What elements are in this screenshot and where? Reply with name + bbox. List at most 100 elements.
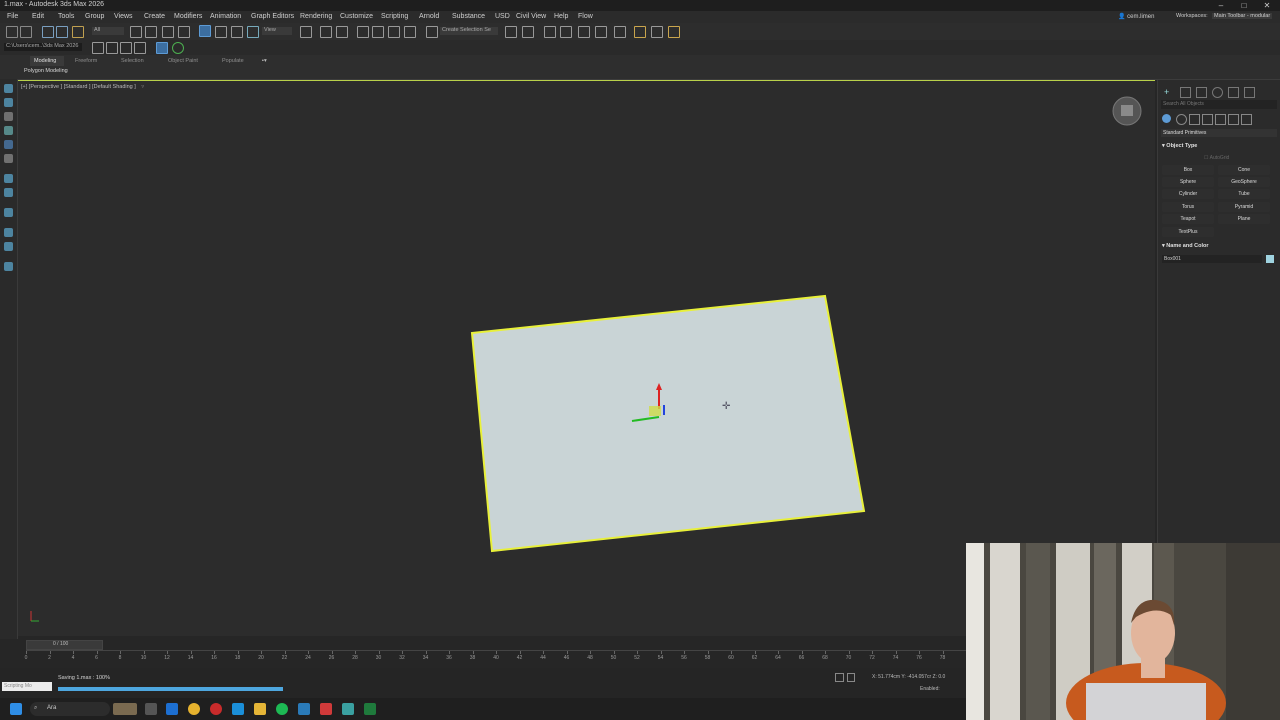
placement-icon[interactable] xyxy=(247,26,259,38)
menu-flow[interactable]: Flow xyxy=(578,13,593,20)
pyramid-button[interactable]: Pyramid xyxy=(1218,202,1270,212)
recent-project-icon[interactable] xyxy=(134,42,146,54)
plane-button[interactable]: Plane xyxy=(1218,214,1270,224)
redo-icon[interactable] xyxy=(20,26,32,38)
lights-category-icon[interactable] xyxy=(1189,114,1200,125)
menu-edit[interactable]: Edit xyxy=(32,13,44,20)
keyboard-shortcut-icon[interactable] xyxy=(336,26,348,38)
hierarchy-tab-icon[interactable] xyxy=(1196,87,1207,98)
ribbon-subpanel-label[interactable]: Polygon Modeling xyxy=(24,68,68,74)
spotify-icon[interactable] xyxy=(276,703,288,715)
cylinder-button[interactable]: Cylinder xyxy=(1162,189,1214,199)
viewcube-box[interactable] xyxy=(1121,105,1133,116)
reference-coord-dropdown[interactable]: View xyxy=(262,27,292,35)
spacewarps-category-icon[interactable] xyxy=(1228,114,1239,125)
snaps-toggle-icon[interactable] xyxy=(357,26,369,38)
menu-civil-view[interactable]: Civil View xyxy=(516,13,546,20)
menu-tools[interactable]: Tools xyxy=(58,13,74,20)
align-icon[interactable] xyxy=(522,26,534,38)
render-setup-icon[interactable] xyxy=(634,26,646,38)
object-name-input[interactable]: Box001 xyxy=(1162,255,1262,263)
select-by-name-icon[interactable] xyxy=(145,26,157,38)
menu-scripting[interactable]: Scripting xyxy=(381,13,408,20)
tab-selection[interactable]: Selection xyxy=(121,58,144,64)
curve-editor-icon[interactable] xyxy=(578,26,590,38)
new-project-icon[interactable] xyxy=(106,42,118,54)
select-move-icon[interactable] xyxy=(199,25,211,37)
cone-button[interactable]: Cone xyxy=(1218,165,1270,175)
named-selection-dropdown[interactable]: Create Selection Se xyxy=(440,27,498,35)
rendered-frame-window-icon[interactable] xyxy=(651,26,663,38)
menu-rendering[interactable]: Rendering xyxy=(300,13,332,20)
modify-icon[interactable] xyxy=(4,98,13,107)
funnel-icon[interactable]: ▿ xyxy=(141,84,144,90)
viewport-label-text[interactable]: [+] [Perspective ] [Standard ] [Default … xyxy=(21,84,136,90)
widgets-icon[interactable] xyxy=(113,703,137,715)
name-color-rollout[interactable]: ▾ Name and Color xyxy=(1162,243,1208,249)
tab-modeling[interactable]: Modeling xyxy=(34,58,56,64)
material-editor-icon[interactable] xyxy=(614,26,626,38)
close-button[interactable]: ✕ xyxy=(1256,0,1278,11)
open-project-icon[interactable] xyxy=(120,42,132,54)
object-type-rollout[interactable]: ▾ Object Type xyxy=(1162,143,1197,149)
3dsmax-icon[interactable] xyxy=(342,703,354,715)
menu-usd[interactable]: USD xyxy=(495,13,510,20)
menu-group[interactable]: Group xyxy=(85,13,104,20)
spacewarps-icon[interactable] xyxy=(4,262,13,271)
menu-create[interactable]: Create xyxy=(144,13,165,20)
render-production-icon[interactable] xyxy=(668,26,680,38)
shapes-icon[interactable] xyxy=(4,228,13,237)
pivot-center-icon[interactable] xyxy=(300,26,312,38)
textplus-button[interactable]: TextPlus xyxy=(1162,227,1214,237)
cameras-category-icon[interactable] xyxy=(1202,114,1213,125)
app-icon[interactable] xyxy=(320,703,332,715)
unlink-icon[interactable] xyxy=(56,26,68,38)
tab-populate[interactable]: Populate xyxy=(222,58,244,64)
menu-modifiers[interactable]: Modifiers xyxy=(174,13,202,20)
angle-snap-icon[interactable] xyxy=(372,26,384,38)
create-tab-icon[interactable]: + xyxy=(1164,87,1173,97)
select-object-icon[interactable] xyxy=(130,26,142,38)
select-rotate-icon[interactable] xyxy=(215,26,227,38)
track-bar[interactable]: 0 2 4 6 8 10 12 14 16 18 20 22 24 26 28 30 32 34 36 38 40 42 4… xyxy=(25,650,966,663)
tab-freeform[interactable]: Freeform xyxy=(75,58,97,64)
manipulate-icon[interactable] xyxy=(320,26,332,38)
maxscript-listener[interactable]: Scripting Mo xyxy=(2,682,52,691)
sphere-button[interactable]: Sphere xyxy=(1162,177,1214,187)
helpers-category-icon[interactable] xyxy=(1215,114,1226,125)
menu-customize[interactable]: Customize xyxy=(340,13,373,20)
toggle-ribbon-icon[interactable] xyxy=(156,42,168,54)
object-search-input[interactable]: Search All Objects xyxy=(1161,100,1277,109)
schematic-view-icon[interactable] xyxy=(595,26,607,38)
menu-substance[interactable]: Substance xyxy=(452,13,485,20)
telegram-icon[interactable] xyxy=(298,703,310,715)
utilities-icon[interactable] xyxy=(4,154,13,163)
scene-explorer-strip-icon[interactable] xyxy=(4,126,13,135)
window-crossing-icon[interactable] xyxy=(178,26,190,38)
browser-icon[interactable] xyxy=(232,703,244,715)
chrome-icon[interactable] xyxy=(188,703,200,715)
menu-views[interactable]: Views xyxy=(114,13,133,20)
modify-tab-icon[interactable] xyxy=(1180,87,1191,98)
viewport-label[interactable]: [+] [Perspective ] [Standard ] [Default … xyxy=(21,84,144,90)
scene-explorer-icon[interactable] xyxy=(560,26,572,38)
project-path-field[interactable]: C:\Users\cem..\3ds Max 2026 xyxy=(4,43,82,51)
menu-file[interactable]: File xyxy=(7,13,18,20)
gizmo-plane-handle[interactable] xyxy=(649,406,661,416)
menu-help[interactable]: Help xyxy=(554,13,568,20)
selection-lock-icon[interactable] xyxy=(847,673,855,682)
rectangular-selection-icon[interactable] xyxy=(162,26,174,38)
tube-button[interactable]: Tube xyxy=(1218,189,1270,199)
teapot-button[interactable]: Teapot xyxy=(1162,214,1214,224)
bind-space-warp-icon[interactable] xyxy=(72,26,84,38)
select-scale-icon[interactable] xyxy=(231,26,243,38)
undo-icon[interactable] xyxy=(6,26,18,38)
workspace-select[interactable]: Main Toolbar - modular xyxy=(1212,13,1273,19)
display-tab-icon[interactable] xyxy=(1228,87,1239,98)
camera-icon[interactable] xyxy=(4,174,13,183)
isolate-selection-icon[interactable] xyxy=(835,673,844,682)
menu-arnold[interactable]: Arnold xyxy=(419,13,439,20)
windows-start-icon[interactable] xyxy=(10,703,22,715)
task-view-icon[interactable] xyxy=(145,703,157,715)
create-icon[interactable] xyxy=(4,84,13,93)
